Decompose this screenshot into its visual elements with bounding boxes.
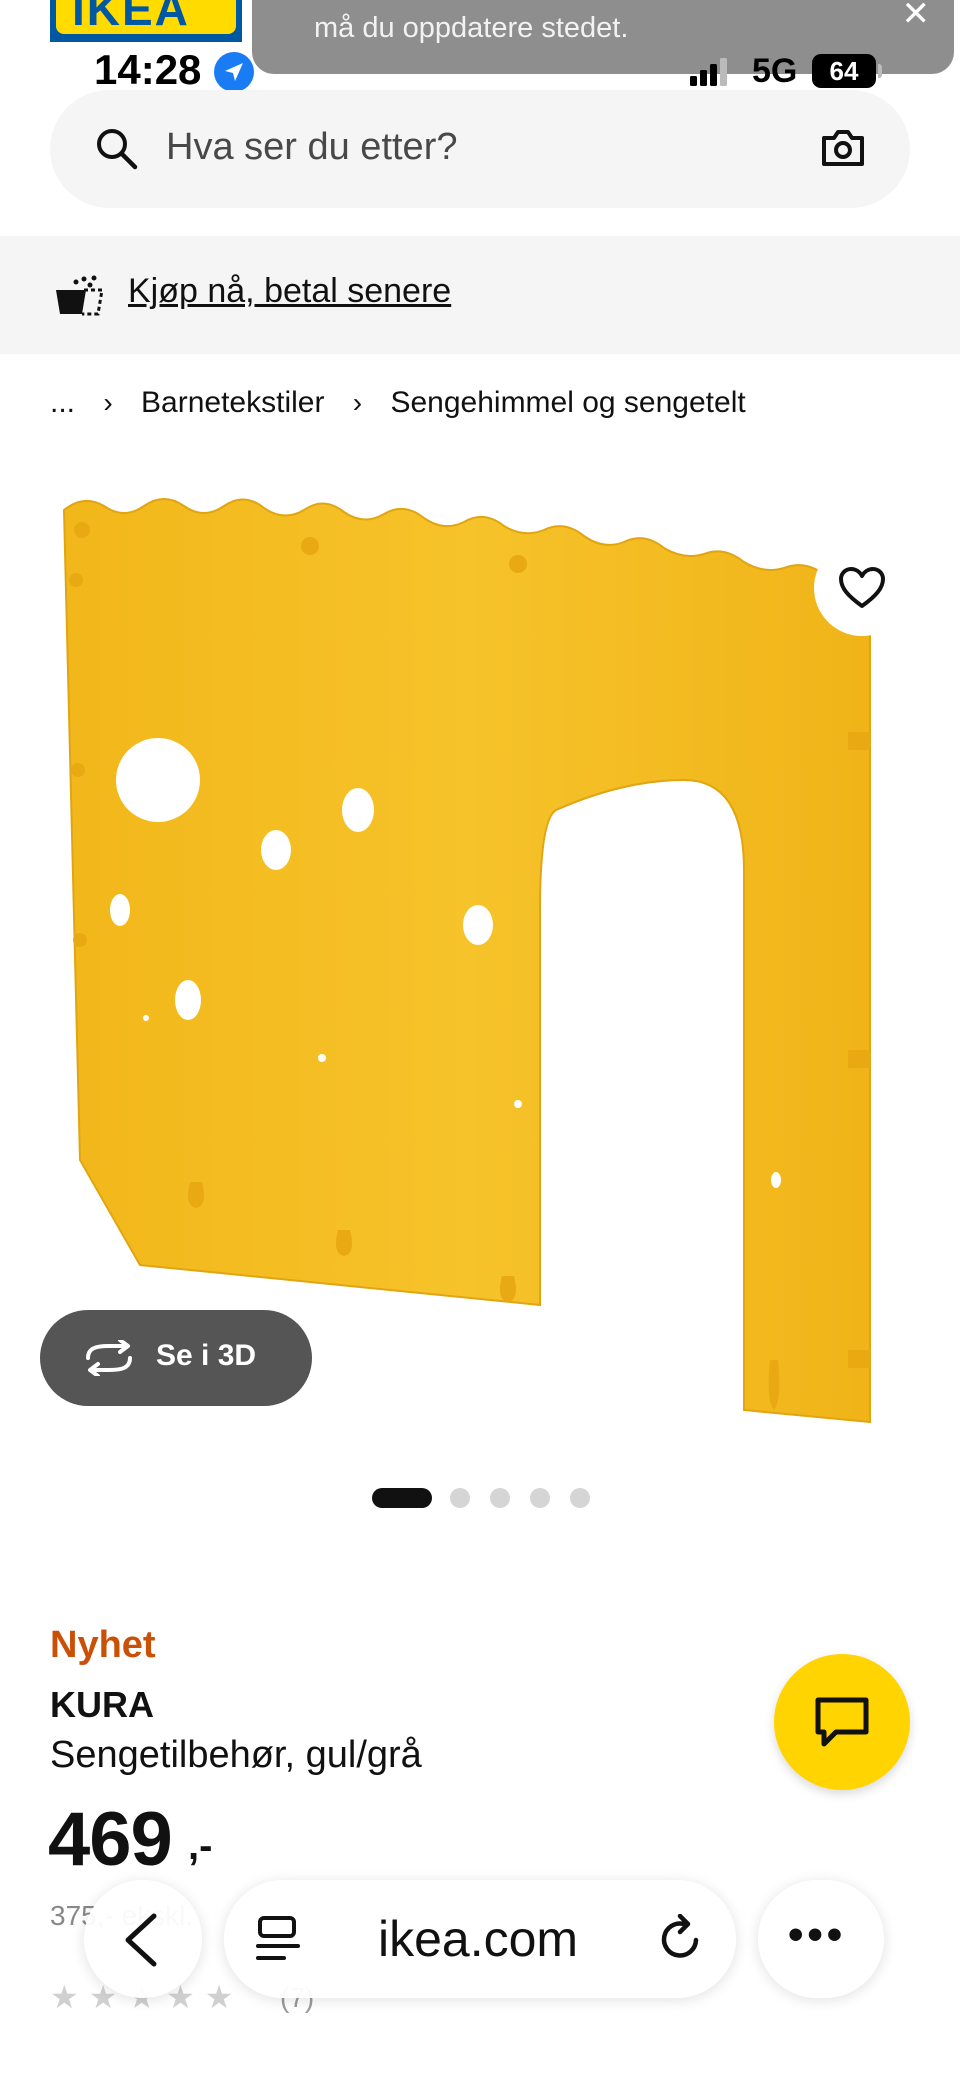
browser-url[interactable]: ikea.com xyxy=(378,1910,578,1968)
heart-icon xyxy=(839,567,885,608)
network-type: 5G xyxy=(752,52,798,90)
ikea-logo[interactable]: IKEA xyxy=(50,0,242,42)
pay-later-banner[interactable]: Kjøp nå, betal senere xyxy=(0,236,960,354)
more-dots-icon: ••• xyxy=(788,1910,847,1959)
carousel-dot-4[interactable] xyxy=(530,1488,550,1508)
rotate-3d-icon xyxy=(82,1338,136,1381)
breadcrumb-item-sengehimmel[interactable]: Sengehimmel og sengetelt xyxy=(390,386,745,420)
product-image[interactable] xyxy=(40,470,960,1450)
chat-button[interactable] xyxy=(774,1654,910,1790)
product-description: Sengetilbehør, gul/grå xyxy=(50,1734,422,1776)
product-price: 469 xyxy=(48,1797,173,1882)
notification-text: må du oppdatere stedet. xyxy=(314,12,629,44)
status-time: 14:28 xyxy=(94,46,202,93)
breadcrumb-separator: › xyxy=(352,387,363,418)
battery-tip xyxy=(878,64,882,78)
search-input[interactable]: Hva ser du etter? xyxy=(166,126,457,169)
browser-back-button[interactable] xyxy=(84,1880,202,1998)
search-icon xyxy=(94,126,138,175)
star-icon: ★ xyxy=(204,1979,234,2015)
carousel-dot-5[interactable] xyxy=(570,1488,590,1508)
page-menu-icon[interactable] xyxy=(254,1914,302,1969)
product-name: KURA xyxy=(50,1684,154,1725)
pay-later-link[interactable]: Kjøp nå, betal senere xyxy=(128,272,451,311)
new-badge: Nyhet xyxy=(50,1624,156,1666)
location-arrow-icon xyxy=(214,52,254,92)
chevron-left-icon xyxy=(125,1913,157,1967)
reload-icon[interactable] xyxy=(658,1913,706,1969)
breadcrumb-ellipsis[interactable]: ... xyxy=(50,386,75,420)
price-suffix: ,- xyxy=(188,1824,213,1868)
canopy-panel xyxy=(62,498,871,1424)
carousel-dot-3[interactable] xyxy=(490,1488,510,1508)
close-icon[interactable]: ✕ xyxy=(902,0,931,34)
star-icon: ★ xyxy=(50,1979,79,2015)
chat-bubble-icon xyxy=(815,1697,869,1747)
signal-icon xyxy=(690,58,730,86)
browser-more-button[interactable]: ••• xyxy=(758,1880,884,1998)
ikea-logo-text: IKEA xyxy=(72,0,190,35)
breadcrumb-separator: › xyxy=(103,387,113,418)
see-in-3d-button[interactable]: Se i 3D xyxy=(40,1310,312,1406)
breadcrumb: ... › Barnetekstiler › Sengehimmel og se… xyxy=(50,386,746,420)
browser-address-bar[interactable]: ikea.com xyxy=(224,1880,736,1998)
carousel-dot-2[interactable] xyxy=(450,1488,470,1508)
carousel-dot-1[interactable] xyxy=(372,1488,432,1508)
favorite-button[interactable] xyxy=(814,540,910,636)
battery-level: 64 xyxy=(812,54,876,88)
camera-icon[interactable] xyxy=(820,128,866,173)
search-bar[interactable]: Hva ser du etter? xyxy=(50,90,910,208)
see-in-3d-label: Se i 3D xyxy=(156,1339,257,1372)
basket-icon xyxy=(54,274,104,323)
breadcrumb-item-barnetekstiler[interactable]: Barnetekstiler xyxy=(141,386,324,420)
